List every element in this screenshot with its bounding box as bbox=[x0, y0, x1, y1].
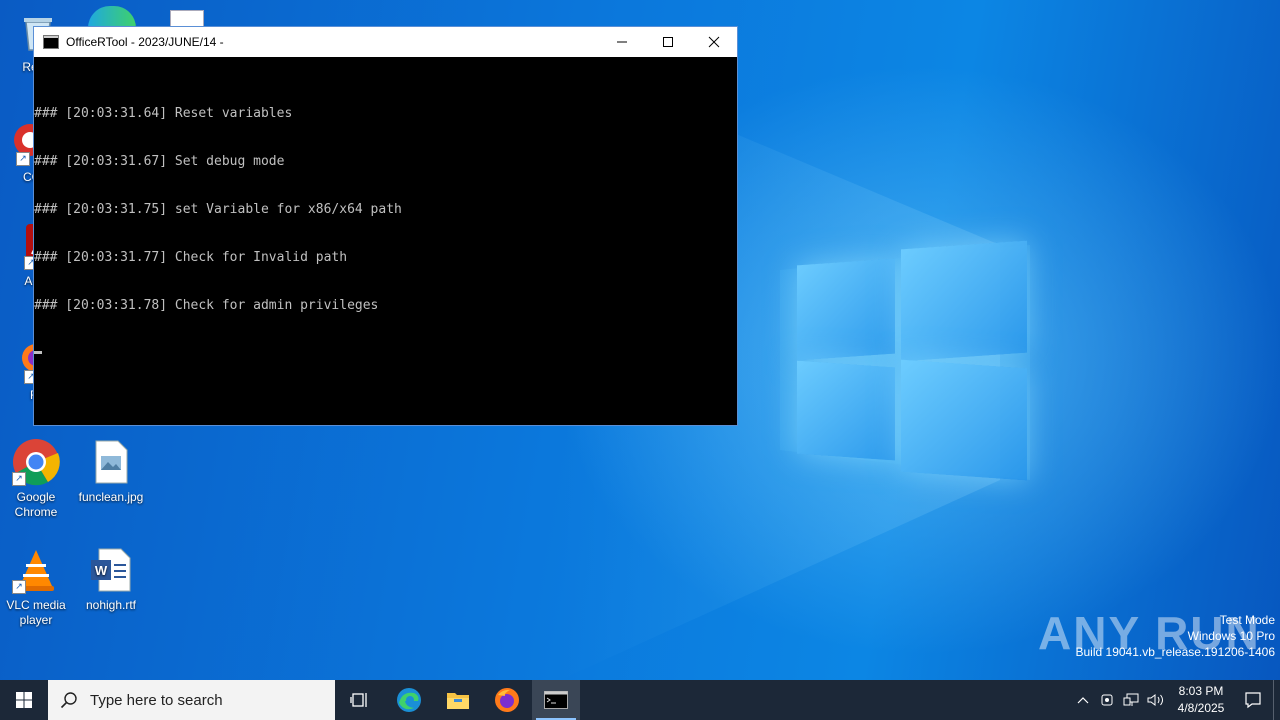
console-line: ### [20:03:31.67] Set debug mode bbox=[34, 154, 285, 169]
minimize-icon bbox=[617, 41, 627, 43]
watermark-line: Test Mode bbox=[1219, 613, 1275, 627]
image-file-icon bbox=[87, 438, 135, 486]
watermark-line: Build 19041.vb_release.191206-1406 bbox=[1075, 645, 1276, 659]
desktop-icon-label: VLC media player bbox=[6, 598, 66, 627]
maximize-icon bbox=[663, 37, 673, 47]
console-app-icon bbox=[43, 35, 59, 49]
windows-logo-pane bbox=[901, 359, 1027, 481]
taskbar-search-box[interactable]: Type here to search bbox=[48, 680, 335, 720]
desktop-icon-label: Google Chrome bbox=[14, 490, 58, 519]
minimize-button[interactable] bbox=[599, 27, 645, 57]
vlc-icon: ↗ bbox=[12, 546, 60, 594]
windows-start-icon bbox=[16, 692, 32, 708]
desktop-icon-nohigh[interactable]: W nohigh.rtf bbox=[75, 546, 147, 613]
windows-logo-pane bbox=[901, 240, 1027, 362]
volume-icon bbox=[1147, 694, 1163, 706]
taskbar-file-explorer-button[interactable] bbox=[434, 680, 482, 720]
search-icon bbox=[60, 692, 77, 709]
tray-app-button[interactable] bbox=[1095, 680, 1119, 720]
maximize-button[interactable] bbox=[645, 27, 691, 57]
edge-icon bbox=[397, 688, 421, 712]
show-hidden-icons-button[interactable] bbox=[1071, 680, 1095, 720]
taskbar-clock[interactable]: 8:03 PM 4/8/2025 bbox=[1169, 683, 1233, 717]
chrome-icon: ↗ bbox=[12, 438, 60, 486]
console-cursor bbox=[34, 351, 42, 354]
remote-icon bbox=[1101, 694, 1113, 706]
desktop-icon-funclean[interactable]: funclean.jpg bbox=[75, 438, 147, 505]
clock-date: 4/8/2025 bbox=[1177, 701, 1225, 715]
notification-icon bbox=[1245, 692, 1261, 709]
console-line: ### [20:03:31.64] Reset variables bbox=[34, 106, 293, 121]
network-icon bbox=[1123, 693, 1139, 706]
watermark-line: Windows 10 Pro bbox=[1187, 629, 1275, 643]
close-icon bbox=[708, 36, 720, 48]
desktop-icon-google-chrome[interactable]: ↗ Google Chrome bbox=[0, 438, 72, 520]
console-line: ### [20:03:31.78] Check for admin privil… bbox=[34, 298, 379, 313]
window-title: OfficeRTool - 2023/JUNE/14 - bbox=[66, 35, 224, 49]
action-center-button[interactable] bbox=[1233, 680, 1273, 720]
search-placeholder: Type here to search bbox=[90, 691, 223, 709]
word-document-icon: W bbox=[87, 546, 135, 594]
desktop-icon-label: nohigh.rtf bbox=[85, 598, 137, 612]
shortcut-arrow-icon: ↗ bbox=[12, 580, 26, 594]
taskbar: Type here to search 8:03 PM 4/8/2025 bbox=[0, 680, 1280, 720]
console-line: ### [20:03:31.75] set Variable for x86/x… bbox=[34, 202, 402, 217]
shortcut-arrow-icon: ↗ bbox=[12, 472, 26, 486]
test-mode-watermark: Test Mode Windows 10 Pro Build 19041.vb_… bbox=[1076, 612, 1276, 660]
start-button[interactable] bbox=[0, 680, 48, 720]
windows-logo-pane bbox=[797, 360, 895, 461]
system-tray: 8:03 PM 4/8/2025 bbox=[1071, 680, 1280, 720]
task-view-button[interactable] bbox=[336, 680, 384, 720]
windows-logo-pane bbox=[797, 258, 895, 361]
firefox-icon bbox=[495, 688, 519, 712]
clock-time: 8:03 PM bbox=[1178, 684, 1224, 698]
console-icon bbox=[544, 691, 568, 709]
chevron-up-icon bbox=[1077, 697, 1089, 704]
console-output[interactable]: ### [20:03:31.64] Reset variables ### [2… bbox=[34, 57, 737, 386]
network-button[interactable] bbox=[1119, 680, 1143, 720]
taskbar-console-button[interactable] bbox=[532, 680, 580, 720]
desktop-icon-label: funclean.jpg bbox=[78, 490, 144, 504]
desktop-icon-vlc[interactable]: ↗ VLC media player bbox=[0, 546, 72, 628]
volume-button[interactable] bbox=[1143, 680, 1169, 720]
console-line: ### [20:03:31.77] Check for Invalid path bbox=[34, 250, 348, 265]
shortcut-arrow-icon: ↗ bbox=[16, 152, 30, 166]
taskbar-firefox-button[interactable] bbox=[482, 680, 532, 720]
close-button[interactable] bbox=[691, 27, 737, 57]
file-explorer-icon bbox=[447, 693, 469, 709]
taskbar-edge-button[interactable] bbox=[384, 680, 434, 720]
show-desktop-button[interactable] bbox=[1273, 680, 1280, 720]
console-window[interactable]: OfficeRTool - 2023/JUNE/14 - ### [20:03:… bbox=[33, 26, 738, 426]
window-titlebar[interactable]: OfficeRTool - 2023/JUNE/14 - bbox=[34, 27, 737, 57]
svg-text:W: W bbox=[95, 563, 108, 578]
task-view-icon bbox=[350, 693, 367, 707]
